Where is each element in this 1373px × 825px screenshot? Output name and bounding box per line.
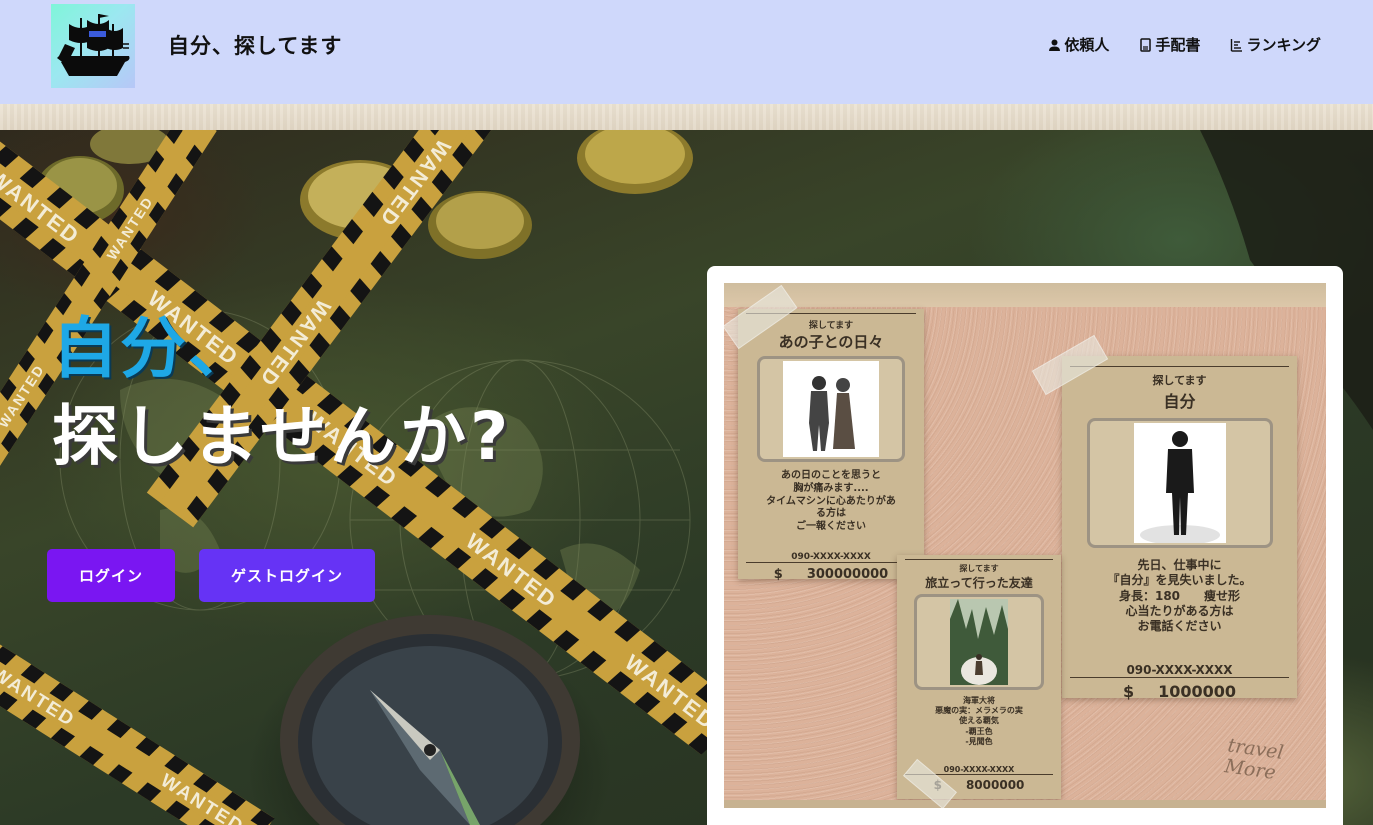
wanted-caution-tape: WANTEDWANTED — [0, 628, 275, 825]
forest-traveler-icon — [950, 599, 1008, 685]
person-icon — [1049, 39, 1061, 51]
login-button[interactable]: ログイン — [47, 549, 175, 602]
poster-header: 探してます — [1152, 374, 1207, 387]
poster-reward: $ 1000000 — [1062, 682, 1297, 701]
poster-phone: 090-XXXX-XXXX — [1126, 662, 1233, 677]
site-header: 自分、探してます 依頼人 手配書 ランキング — [0, 0, 1373, 104]
guest-login-button[interactable]: ゲストログイン — [199, 549, 375, 602]
dollar-sign: $ — [773, 566, 783, 582]
poster-title: あの子との日々 — [778, 333, 884, 351]
poster-photo-frame — [1086, 418, 1273, 548]
nav-ranking-label: ランキング — [1246, 36, 1321, 54]
nav-wanted-posters[interactable]: 手配書 — [1139, 34, 1200, 55]
hero-heading-line2: 探しませんか? — [52, 398, 513, 475]
wanted-poster-self[interactable]: 探してます 自分 先日、仕事中に 『自分』を見失いました。 身長：180 痩せ形 — [1062, 356, 1297, 701]
poster-description: 海軍大将 悪魔の実：メラメラの実 使える覇気 -覇王色 -見聞色 — [935, 696, 1023, 746]
torn-paper-strip — [0, 104, 1373, 130]
poster-reward-amount: 8000000 — [965, 778, 1025, 793]
cork-board: 探してます あの子との日々 あの日のことを思うと 胸が痛みます.... タイムマ… — [724, 283, 1326, 808]
nav-wanted-posters-label: 手配書 — [1155, 36, 1201, 54]
poster-photo-frame — [757, 356, 905, 462]
board-top-edge — [724, 283, 1326, 307]
board-bottom-edge — [724, 800, 1326, 808]
wanted-board-card: 探してます あの子との日々 あの日のことを思うと 胸が痛みます.... タイムマ… — [707, 266, 1343, 825]
poster-description: 先日、仕事中に 『自分』を見失いました。 身長：180 痩せ形 心当たりがある方… — [1107, 558, 1252, 634]
hero-heading-line1: 自分、 — [52, 310, 256, 387]
site-logo[interactable] — [51, 4, 135, 88]
poster-title: 旅立って行った友達 — [925, 576, 1033, 590]
wanted-poster-memories[interactable]: 探してます あの子との日々 あの日のことを思うと 胸が痛みます.... タイムマ… — [738, 309, 924, 582]
poster-reward-amount: 1000000 — [1158, 681, 1237, 701]
nav-ranking[interactable]: ランキング — [1230, 34, 1321, 55]
document-icon — [1140, 37, 1152, 52]
site-title[interactable]: 自分、探してます — [168, 30, 342, 60]
dollar-sign: $ — [1122, 681, 1135, 701]
main-nav: 依頼人 手配書 ランキング — [1048, 34, 1321, 55]
nav-clients-label: 依頼人 — [1064, 36, 1110, 54]
hero-section: WANTED WANTED WANTED WANTED WANTED WANTED WANT… — [0, 130, 1373, 825]
hero-heading: 自分、 探しませんか? — [52, 316, 512, 470]
poster-description: あの日のことを思うと 胸が痛みます.... タイムマシンに心あたりがあ る方は … — [766, 470, 896, 533]
poster-photo-frame — [914, 594, 1044, 690]
nav-clients[interactable]: 依頼人 — [1048, 34, 1109, 55]
man-silhouette-icon — [1133, 423, 1226, 543]
pirate-ship-icon — [57, 14, 130, 76]
ranking-list-icon — [1231, 38, 1243, 52]
poster-header: 探してます — [959, 564, 999, 573]
travel-more-text: travel More — [1223, 734, 1285, 784]
poster-title: 自分 — [1163, 392, 1196, 411]
poster-reward-amount: 300000000 — [806, 566, 889, 582]
couple-silhouette-icon — [783, 361, 879, 457]
